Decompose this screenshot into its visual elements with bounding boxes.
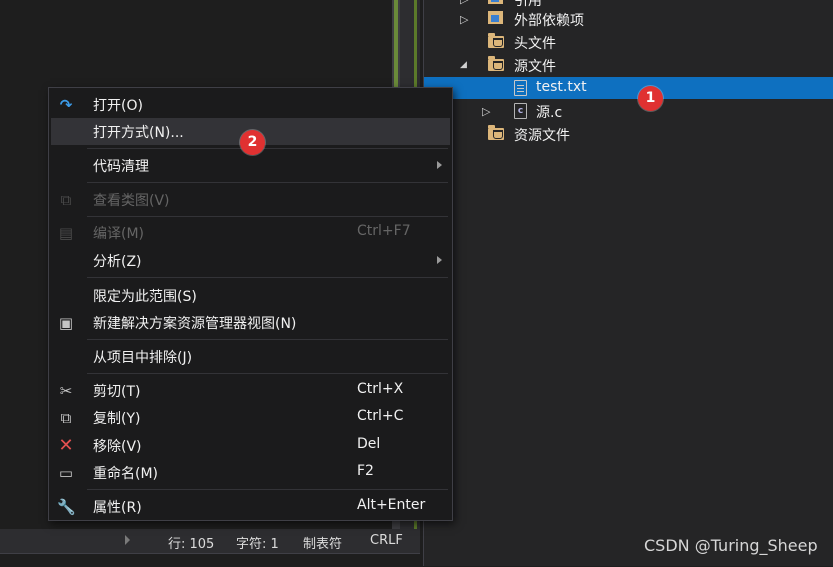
status-arrow-icon [125, 535, 130, 545]
menu-item-shortcut: Ctrl+X [357, 381, 404, 397]
bottom-panel-strip [0, 553, 420, 567]
expand-arrow-icon[interactable]: ▷ [482, 105, 490, 118]
menu-item-label: 剪切(T) [93, 384, 141, 400]
menu-item-remove[interactable]: ✕ 移除(V) Del [51, 432, 450, 459]
status-char[interactable]: 字符: 1 [236, 533, 279, 552]
open-icon: ↷ [59, 96, 73, 114]
menu-item-cut[interactable]: ✂ 剪切(T) Ctrl+X [51, 377, 450, 404]
status-line[interactable]: 行: 105 [168, 533, 214, 552]
menu-item-shortcut: F2 [357, 463, 374, 479]
text-file-icon [514, 80, 531, 96]
filter-folder-icon [488, 125, 505, 141]
menu-item-label: 代码清理 [93, 159, 149, 175]
menu-item-open[interactable]: ↷ 打开(O) [51, 91, 450, 118]
tree-item-label: 资源文件 [514, 128, 570, 144]
tree-item-external-deps[interactable]: ▷ 外部依赖项 [424, 8, 833, 30]
menu-item-exclude-from-project[interactable]: 从项目中排除(J) [51, 343, 450, 370]
menu-separator [87, 216, 448, 217]
menu-item-label: 分析(Z) [93, 254, 142, 270]
menu-separator [87, 339, 448, 340]
menu-item-rename[interactable]: ▭ 重命名(M) F2 [51, 459, 450, 486]
menu-item-label: 从项目中排除(J) [93, 350, 193, 366]
menu-item-properties[interactable]: 🔧 属性(R) Alt+Enter [51, 493, 450, 520]
tree-item-resource-files[interactable]: 资源文件 [424, 123, 833, 145]
menu-item-label: 移除(V) [93, 439, 142, 455]
expand-arrow-icon[interactable]: ▷ [460, 13, 468, 26]
menu-item-label: 新建解决方案资源管理器视图(N) [93, 316, 297, 332]
editor-status-bar: 行: 105 字符: 1 制表符 CRLF [0, 529, 420, 553]
tree-item-label: 源文件 [514, 59, 556, 75]
menu-item-analyze[interactable]: 分析(Z) [51, 247, 450, 274]
external-deps-icon [488, 11, 505, 26]
menu-separator [87, 373, 448, 374]
filter-folder-icon [488, 56, 505, 72]
menu-item-scope-to-this[interactable]: 限定为此范围(S) [51, 282, 450, 309]
tree-item-label: test.txt [536, 79, 587, 95]
tree-item-source-files[interactable]: ◢ 源文件 [424, 54, 833, 76]
menu-item-code-cleanup[interactable]: 代码清理 [51, 152, 450, 179]
menu-item-copy[interactable]: ⧉ 复制(Y) Ctrl+C [51, 404, 450, 431]
menu-separator [87, 489, 448, 490]
menu-separator [87, 148, 448, 149]
tree-item-label: 头文件 [514, 36, 556, 52]
menu-item-label: 编译(M) [93, 226, 145, 242]
tree-item-header-files[interactable]: 头文件 [424, 31, 833, 53]
submenu-arrow-icon [437, 256, 442, 264]
compile-icon: ▤ [58, 224, 74, 242]
properties-icon: 🔧 [57, 498, 76, 516]
step-badge-2: 2 [240, 130, 265, 155]
step-badge-1: 1 [638, 86, 663, 111]
menu-item-label: 限定为此范围(S) [93, 289, 197, 305]
references-icon [488, 0, 505, 6]
menu-item-label: 打开方式(N)... [93, 125, 184, 141]
menu-item-label: 查看类图(V) [93, 193, 170, 209]
tree-item-source-c[interactable]: ▷ c 源.c [424, 100, 833, 122]
class-diagram-icon: ⧉ [60, 191, 72, 209]
menu-item-label: 复制(Y) [93, 411, 141, 427]
menu-separator [87, 182, 448, 183]
submenu-arrow-icon [437, 161, 442, 169]
menu-item-label: 打开(O) [93, 98, 143, 114]
menu-item-compile[interactable]: ▤ 编译(M) Ctrl+F7 [51, 219, 450, 246]
new-view-icon: ▣ [58, 314, 74, 332]
menu-item-view-class-diagram[interactable]: ⧉ 查看类图(V) [51, 186, 450, 213]
tree-item-label: 源.c [536, 105, 563, 121]
menu-item-label: 属性(R) [93, 500, 142, 516]
remove-icon: ✕ [58, 435, 74, 456]
rename-icon: ▭ [58, 464, 74, 482]
menu-item-shortcut: Ctrl+C [357, 408, 404, 424]
tree-item-label: 外部依赖项 [514, 13, 584, 29]
copy-icon: ⧉ [60, 409, 72, 427]
menu-item-label: 重命名(M) [93, 466, 159, 482]
tree-item-test-txt[interactable]: test.txt [424, 77, 833, 99]
menu-item-shortcut: Del [357, 436, 381, 452]
status-eol[interactable]: CRLF [370, 533, 403, 548]
menu-item-shortcut: Alt+Enter [357, 497, 426, 513]
cut-icon: ✂ [59, 382, 73, 400]
status-tabs[interactable]: 制表符 [303, 533, 342, 552]
menu-separator [87, 277, 448, 278]
solution-explorer: ▷ 引用 ▷ 外部依赖项 头文件 ◢ 源文件 test.txt ▷ c 源.c … [423, 0, 833, 566]
c-file-icon: c [514, 103, 531, 119]
filter-folder-icon [488, 33, 505, 49]
expand-arrow-icon[interactable]: ▷ [460, 0, 468, 6]
watermark: CSDN @Turing_Sheep [644, 536, 818, 555]
collapse-arrow-icon[interactable]: ◢ [460, 60, 467, 70]
menu-item-new-explorer-view[interactable]: ▣ 新建解决方案资源管理器视图(N) [51, 309, 450, 336]
menu-item-shortcut: Ctrl+F7 [357, 223, 411, 239]
